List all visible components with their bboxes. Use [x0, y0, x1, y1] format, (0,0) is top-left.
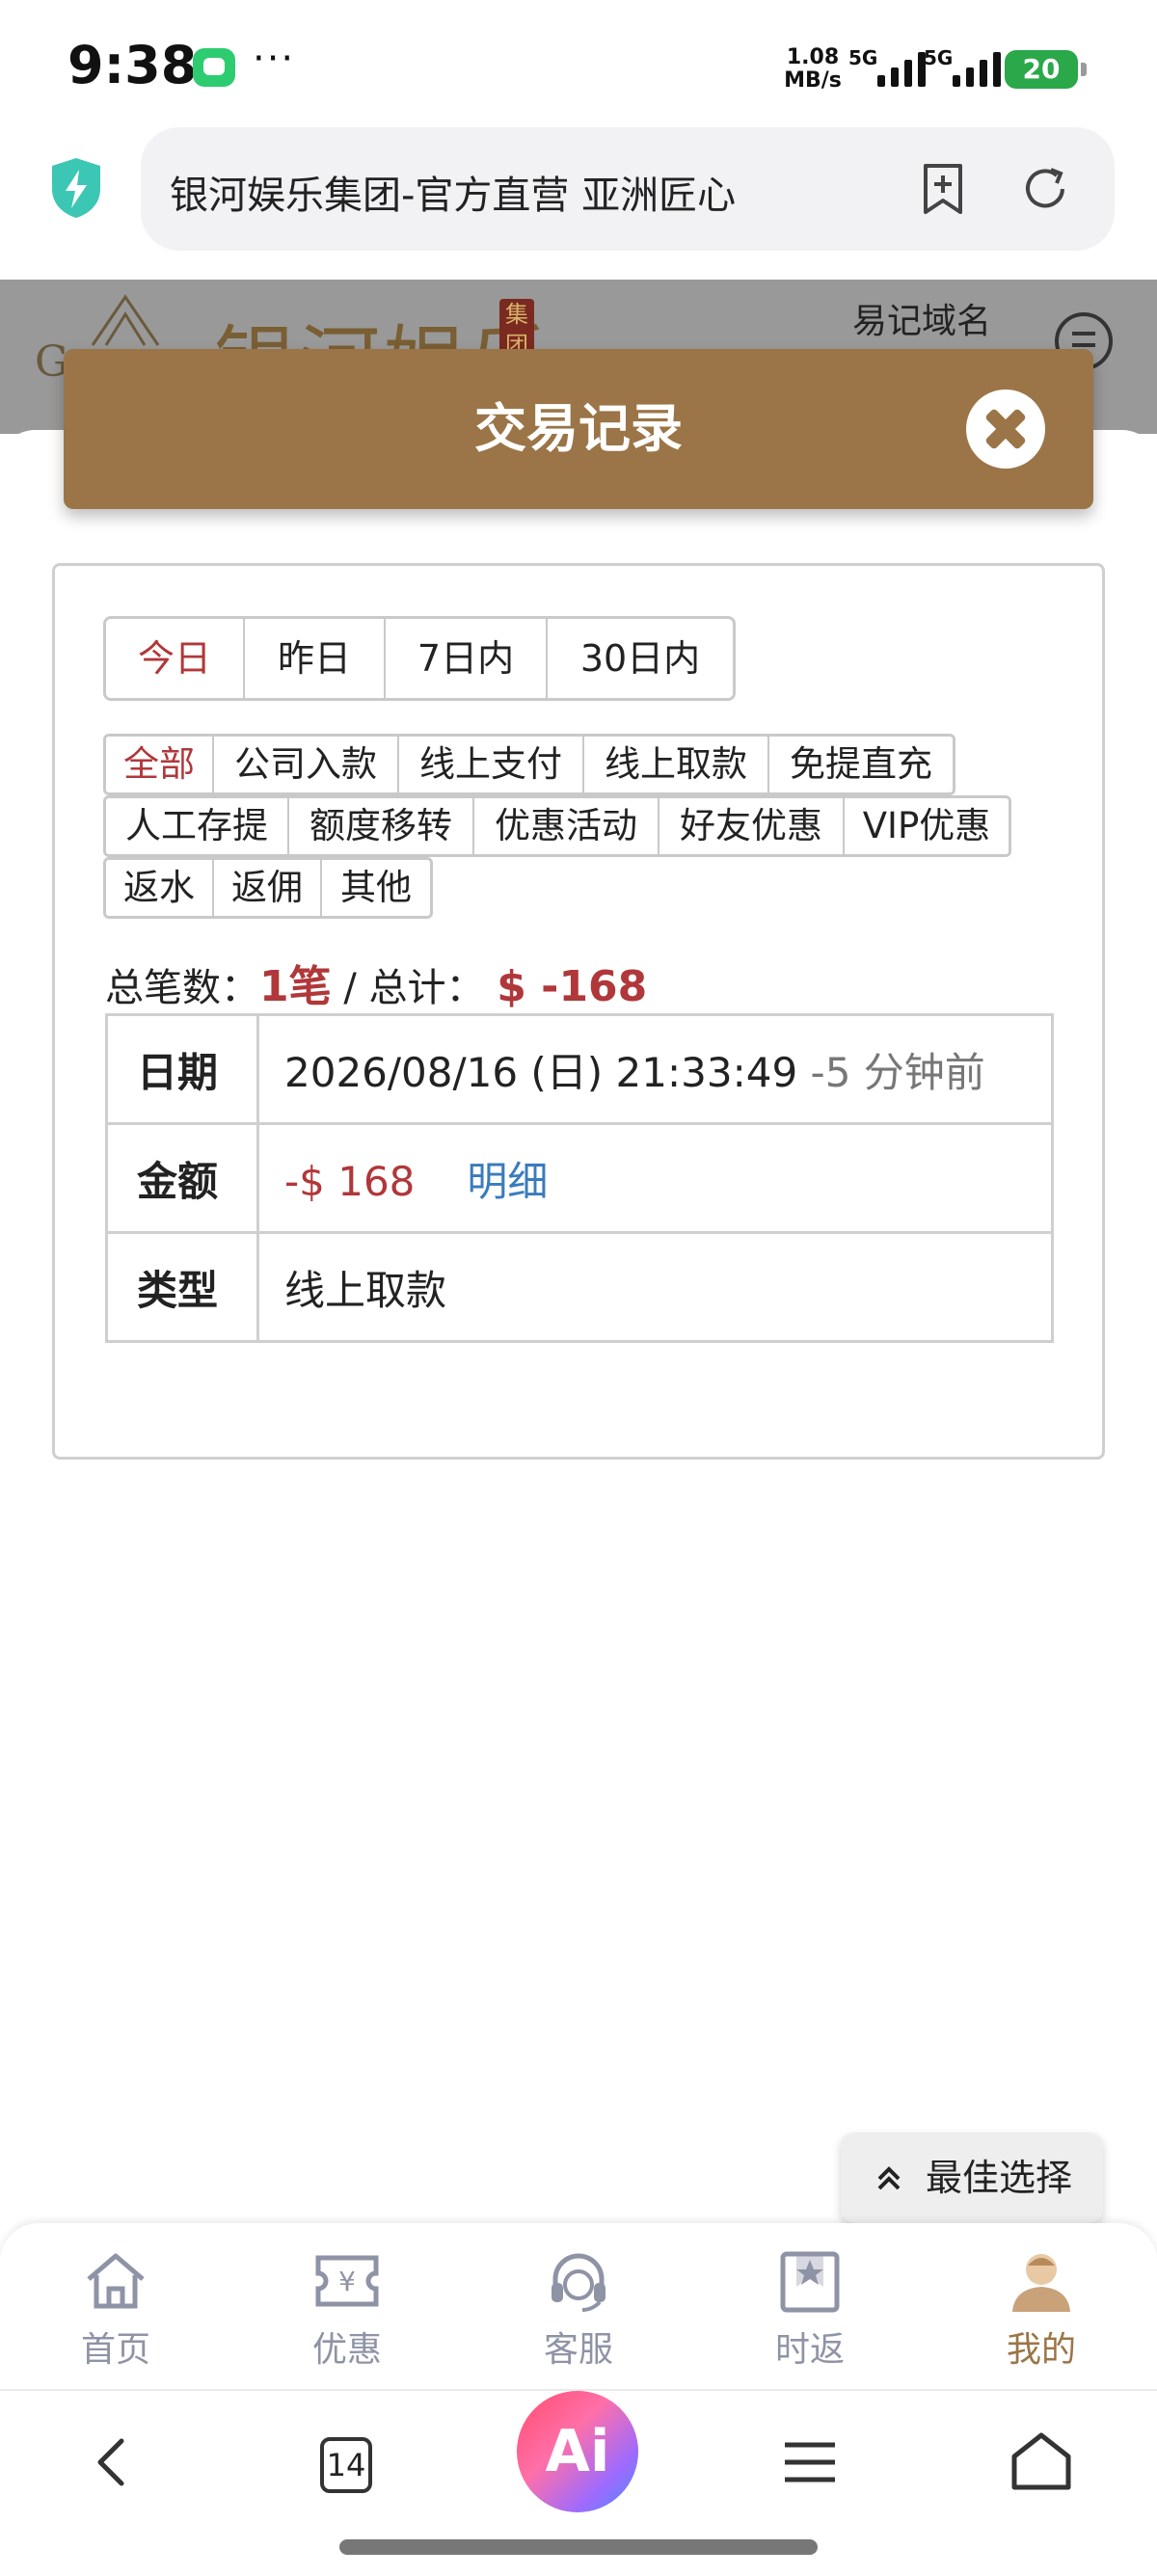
type-tab-manual[interactable]: 人工存提 [106, 798, 289, 854]
back-icon[interactable] [75, 2424, 152, 2501]
user-icon [1012, 2254, 1070, 2312]
tab-today[interactable]: 今日 [106, 619, 245, 698]
battery-level: 20 [1022, 53, 1061, 85]
easy-domain-link[interactable]: 易记域名 [852, 293, 991, 343]
type-tab-friend-bonus[interactable]: 好友优惠 [659, 798, 845, 854]
chevron-up-double-icon [877, 2166, 901, 2190]
date-label: 日期 [105, 1013, 259, 1125]
reload-icon[interactable] [1014, 158, 1076, 220]
shield-bolt-icon[interactable] [48, 156, 104, 220]
type-filter-row-3: 返水 返佣 其他 [103, 857, 433, 919]
type-tab-online-payment[interactable]: 线上支付 [399, 737, 584, 792]
type-tab-online-withdrawal[interactable]: 线上取款 [584, 737, 769, 792]
status-time: 9:38 [67, 35, 198, 95]
modal-title: 交易记录 [474, 398, 683, 459]
modal-header: 交易记录 [64, 349, 1093, 509]
total-value: $ -168 [497, 962, 648, 1011]
date-relative: -5 分钟前 [810, 1048, 985, 1096]
type-tab-direct-recharge[interactable]: 免提直充 [769, 737, 953, 792]
type-tab-rebate[interactable]: 返水 [106, 860, 214, 916]
battery-icon: 20 [1005, 50, 1087, 89]
message-notification-icon [193, 48, 235, 87]
network-type-label: 5G [848, 46, 878, 69]
count-value: 1笔 [259, 962, 332, 1011]
nav-label: 时返 [774, 2330, 845, 2370]
total-label: 总计： [368, 966, 485, 1010]
bookmark-add-icon[interactable] [912, 158, 974, 220]
type-filter-row-2: 人工存提 额度移转 优惠活动 好友优惠 VIP优惠 [103, 795, 1011, 857]
address-text[interactable]: 银河娱乐集团-官方直营 亚洲匠心 [170, 164, 845, 220]
tab-7-days[interactable]: 7日内 [386, 619, 548, 698]
table-row: 日期 2026/08/16 (日) 21:33:49 -5 分钟前 [105, 1013, 1054, 1125]
nav-label: 优惠 [311, 2330, 382, 2370]
type-tab-commission[interactable]: 返佣 [214, 860, 322, 916]
tabs-icon[interactable]: 14 [320, 2437, 372, 2493]
network-speed-value: 1.08 [786, 45, 840, 69]
nav-item-service[interactable]: 客服 [501, 2246, 656, 2372]
transaction-panel: 今日 昨日 7日内 30日内 全部 公司入款 线上支付 线上取款 免提直充 人工… [52, 563, 1105, 1460]
galaxy-logo-icon [91, 294, 160, 346]
home-icon [87, 2253, 145, 2309]
headset-icon [552, 2253, 605, 2312]
type-tab-all[interactable]: 全部 [106, 737, 214, 792]
type-tab-other[interactable]: 其他 [322, 860, 430, 916]
best-choice-button[interactable]: 最佳选择 [841, 2133, 1103, 2223]
best-choice-label: 最佳选择 [926, 2157, 1073, 2199]
type-value: 线上取款 [256, 1231, 1054, 1343]
site-bottom-nav: 首页 ¥ 优惠 客服 时返 我的 [0, 2223, 1157, 2389]
nav-item-home[interactable]: 首页 [39, 2246, 193, 2372]
amount-cell: -$ 168 明细 [256, 1122, 1054, 1234]
tab-30-days[interactable]: 30日内 [548, 619, 733, 698]
type-label: 类型 [105, 1231, 259, 1343]
detail-link[interactable]: 明细 [467, 1158, 548, 1205]
count-label: 总笔数： [105, 966, 259, 1010]
address-bar[interactable]: 银河娱乐集团-官方直营 亚洲匠心 [141, 127, 1115, 251]
signal-icon: 5G [924, 46, 1016, 91]
menu-icon[interactable] [771, 2424, 848, 2501]
table-row: 金额 -$ 168 明细 [105, 1122, 1054, 1234]
home-outline-icon[interactable] [1003, 2424, 1080, 2501]
amount-label: 金额 [105, 1122, 259, 1234]
star-bookmark-icon [780, 2251, 840, 2313]
date-cell: 2026/08/16 (日) 21:33:49 -5 分钟前 [256, 1013, 1054, 1125]
nav-item-promotions[interactable]: ¥ 优惠 [270, 2246, 424, 2372]
status-bar: 9:38 ··· 1.08 MB/s 5G 5G 20 [0, 0, 1157, 125]
summary-separator: / [331, 966, 369, 1010]
nav-item-rebate[interactable]: 时返 [733, 2246, 887, 2372]
ai-icon[interactable]: Ai [517, 2391, 638, 2512]
table-row: 类型 线上取款 [105, 1231, 1054, 1343]
more-notifications-icon: ··· [253, 37, 296, 81]
type-tab-company-deposit[interactable]: 公司入款 [214, 737, 399, 792]
svg-text:¥: ¥ [338, 2266, 356, 2297]
type-tab-promotion[interactable]: 优惠活动 [474, 798, 659, 854]
nav-label: 客服 [543, 2330, 613, 2370]
type-tab-transfer[interactable]: 额度移转 [289, 798, 474, 854]
tab-yesterday[interactable]: 昨日 [245, 619, 386, 698]
amount-value: -$ 168 [284, 1157, 416, 1205]
type-tab-vip-bonus[interactable]: VIP优惠 [845, 798, 1009, 854]
type-filter-row-1: 全部 公司入款 线上支付 线上取款 免提直充 [103, 734, 955, 795]
summary-line: 总笔数：1笔 / 总计： $ -168 [105, 952, 647, 1013]
date-filter-tabs: 今日 昨日 7日内 30日内 [103, 616, 736, 701]
coupon-icon: ¥ [315, 2255, 379, 2307]
close-icon[interactable] [966, 389, 1045, 469]
network-speed-unit: MB/s [784, 68, 842, 93]
nav-item-mine[interactable]: 我的 [964, 2246, 1118, 2372]
home-indicator[interactable] [339, 2539, 818, 2555]
nav-label: 首页 [80, 2330, 150, 2370]
network-speed: 1.08 MB/s [779, 46, 847, 93]
date-value: 2026/08/16 (日) 21:33:49 [284, 1048, 798, 1096]
nav-label: 我的 [1006, 2330, 1076, 2370]
record-table: 日期 2026/08/16 (日) 21:33:49 -5 分钟前 金额 -$ … [105, 1013, 1054, 1343]
network-type-label: 5G [924, 46, 954, 69]
